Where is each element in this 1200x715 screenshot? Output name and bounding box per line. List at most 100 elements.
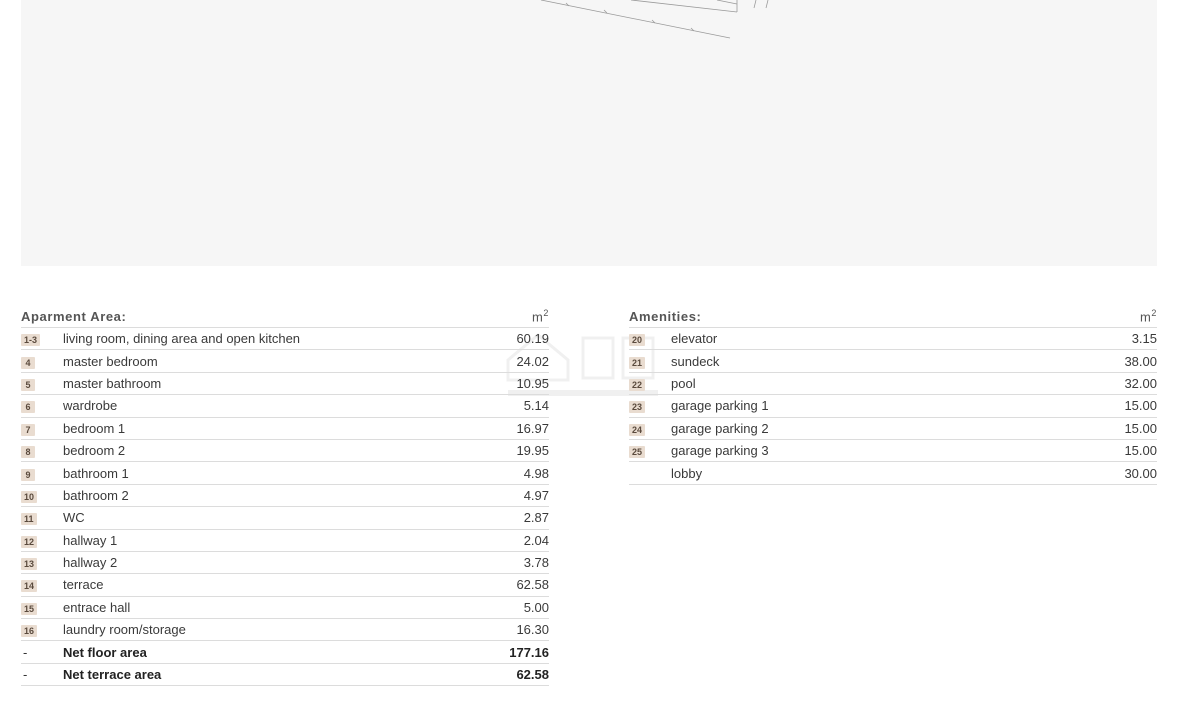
table-row: 5 master bathroom 10.95 <box>21 373 549 396</box>
amenities-table-title: Amenities: <box>629 309 702 324</box>
room-label: living room, dining area and open kitche… <box>63 331 301 347</box>
room-label: bedroom 1 <box>63 420 126 436</box>
room-number-dash: - <box>23 644 28 660</box>
room-number: 25 <box>629 443 671 459</box>
room-area-value: 5.00 <box>523 599 549 615</box>
table-row: 12 hallway 1 2.04 <box>21 530 549 552</box>
table-row: lobby 30.00 <box>629 462 1157 485</box>
floor-plan-drawing <box>540 0 769 39</box>
room-number: 15 <box>21 600 63 615</box>
room-area-value: 38.00 <box>1124 353 1157 369</box>
room-label: laundry room/storage <box>63 622 186 638</box>
room-number-badge: 12 <box>21 535 38 548</box>
table-row: 7 bedroom 1 16.97 <box>21 418 549 440</box>
room-number-badge: 11 <box>21 513 37 526</box>
room-number-badge: 20 <box>629 334 646 347</box>
room-number: 7 <box>21 421 63 436</box>
total-row: - Net terrace area 62.58 <box>21 664 549 687</box>
room-number-badge: 8 <box>21 446 35 459</box>
room-area-value: 2.04 <box>523 532 549 548</box>
room-label: sundeck <box>671 353 720 369</box>
room-label: garage parking 1 <box>671 398 769 414</box>
floor-plan-image <box>21 0 1157 266</box>
room-number-badge: 5 <box>21 378 35 391</box>
room-number: 13 <box>21 555 63 571</box>
room-number-badge: 25 <box>629 446 646 459</box>
amenities-table: Amenities: m2 20 elevator 3.15 21 sundeck 38.… <box>629 305 1157 485</box>
room-area-value: 19.95 <box>516 443 549 459</box>
room-area-value: 62.58 <box>516 577 549 593</box>
room-label: lobby <box>671 465 703 481</box>
table-row: 16 laundry room/storage 16.30 <box>21 619 549 642</box>
room-area-value: 15.00 <box>1124 443 1157 459</box>
room-number: 23 <box>629 398 671 414</box>
room-area-value: 3.15 <box>1131 331 1157 347</box>
table-row: 11 WC 2.87 <box>21 507 549 530</box>
room-number: 21 <box>629 354 671 369</box>
room-area-value: 10.95 <box>516 375 549 391</box>
table-row: 15 entrace hall 5.00 <box>21 597 549 620</box>
room-label: hallway 1 <box>63 532 118 548</box>
room-number: 16 <box>21 622 63 638</box>
apartment-rows: 1-3 living room, dining area and open kit… <box>21 328 549 687</box>
room-label: bathroom 2 <box>63 487 129 503</box>
room-number-badge: 13 <box>21 558 38 571</box>
room-number: 22 <box>629 376 671 391</box>
room-label: bathroom 1 <box>63 465 129 481</box>
room-label: garage parking 3 <box>671 443 769 459</box>
room-number-badge: 22 <box>629 378 646 391</box>
room-area-value: 2.87 <box>523 510 549 526</box>
room-label: elevator <box>671 331 718 347</box>
table-row: 21 sundeck 38.00 <box>629 350 1157 373</box>
room-number-badge: 14 <box>21 580 38 593</box>
room-number: 6 <box>21 398 63 414</box>
apartment-unit-label: m2 <box>531 307 549 324</box>
amenities-unit-label: m2 <box>1139 307 1157 324</box>
room-label: wardrobe <box>63 398 118 414</box>
room-area-value: 16.30 <box>516 622 549 638</box>
room-label: WC <box>63 510 85 526</box>
room-area-value: 60.19 <box>516 331 549 347</box>
room-number: 24 <box>629 421 671 436</box>
room-area-value: 62.58 <box>516 667 549 683</box>
room-number-badge: 23 <box>629 401 646 414</box>
table-row: 1-3 living room, dining area and open kit… <box>21 328 549 351</box>
room-area-value: 16.97 <box>516 420 549 436</box>
room-label: garage parking 2 <box>671 420 769 436</box>
amenities-rows: 20 elevator 3.15 21 sundeck 38.00 22 pool 32.00 2… <box>629 328 1157 485</box>
table-row: 13 hallway 2 3.78 <box>21 552 549 575</box>
apartment-table-title: Aparment Area: <box>21 309 127 324</box>
room-number-badge: 24 <box>629 423 646 436</box>
room-label: Net terrace area <box>63 667 162 683</box>
room-area-value: 4.98 <box>523 465 549 481</box>
room-number: 14 <box>21 577 63 593</box>
apartment-area-table: Aparment Area: m2 1-3 living room, dining… <box>21 305 549 687</box>
room-number-badge: 21 <box>629 356 646 369</box>
apartment-table-header: Aparment Area: m2 <box>21 305 549 328</box>
room-number: 9 <box>21 466 63 481</box>
table-row: 23 garage parking 1 15.00 <box>629 395 1157 418</box>
room-area-value: 3.78 <box>523 555 549 571</box>
table-row: 20 elevator 3.15 <box>629 328 1157 351</box>
room-label: hallway 2 <box>63 555 118 571</box>
room-label: master bathroom <box>63 375 162 391</box>
table-row: 6 wardrobe 5.14 <box>21 395 549 418</box>
room-area-value: 30.00 <box>1124 465 1157 481</box>
table-row: 14 terrace 62.58 <box>21 574 549 597</box>
room-number: 12 <box>21 533 63 548</box>
room-number-badge: 4 <box>21 356 35 369</box>
room-label: entrace hall <box>63 599 131 615</box>
room-label: pool <box>671 375 696 391</box>
room-area-value: 32.00 <box>1124 375 1157 391</box>
room-number-badge: 1-3 <box>21 334 41 347</box>
room-number: 11 <box>21 510 63 526</box>
room-label: bedroom 2 <box>63 443 126 459</box>
room-number-badge: 9 <box>21 468 35 481</box>
room-area-value: 5.14 <box>523 398 549 414</box>
room-number: 8 <box>21 443 63 459</box>
room-number-badge: 16 <box>21 625 38 638</box>
room-area-value: 15.00 <box>1124 420 1157 436</box>
room-number-badge: 6 <box>21 401 35 414</box>
amenities-table-header: Amenities: m2 <box>629 305 1157 328</box>
room-number-badge: 7 <box>21 423 35 436</box>
